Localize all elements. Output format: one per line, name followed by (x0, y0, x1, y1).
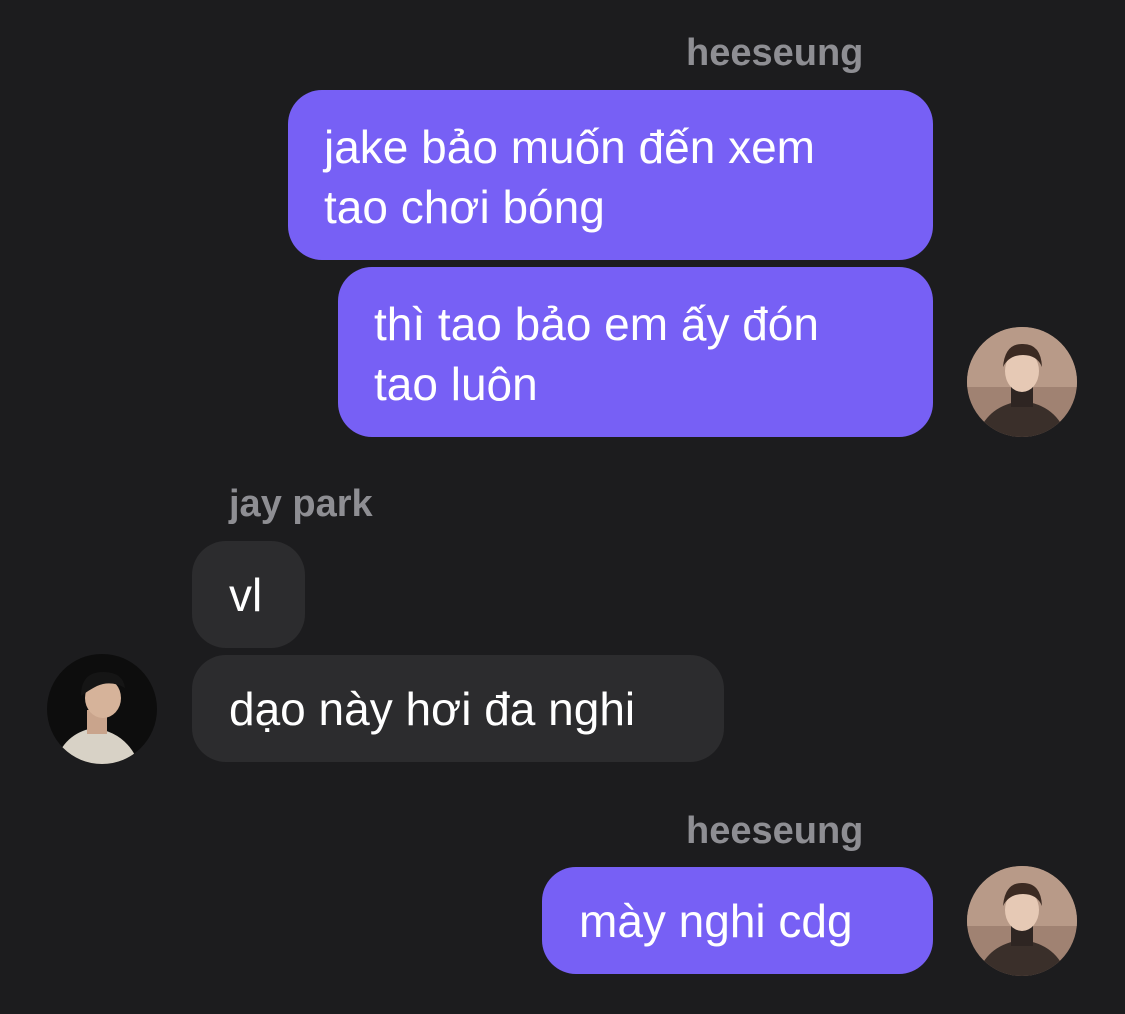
sender-name-heeseung: heeseung (686, 810, 864, 852)
avatar-jay-park-image (47, 654, 157, 764)
avatar-heeseung-image (967, 327, 1077, 437)
avatar-heeseung-image (967, 866, 1077, 976)
avatar-heeseung[interactable] (967, 866, 1077, 976)
avatar-heeseung[interactable] (967, 327, 1077, 437)
message-bubble-incoming[interactable]: dạo này hơi đa nghi (192, 655, 724, 762)
message-bubble-outgoing[interactable]: jake bảo muốn đến xem tao chơi bóng (288, 90, 933, 260)
avatar-jay-park[interactable] (47, 654, 157, 764)
message-bubble-outgoing[interactable]: mày nghi cdg (542, 867, 933, 974)
message-bubble-outgoing[interactable]: thì tao bảo em ấy đón tao luôn (338, 267, 933, 437)
message-bubble-incoming[interactable]: vl (192, 541, 305, 648)
sender-name-heeseung: heeseung (686, 32, 864, 74)
sender-name-jay-park: jay park (229, 483, 373, 525)
